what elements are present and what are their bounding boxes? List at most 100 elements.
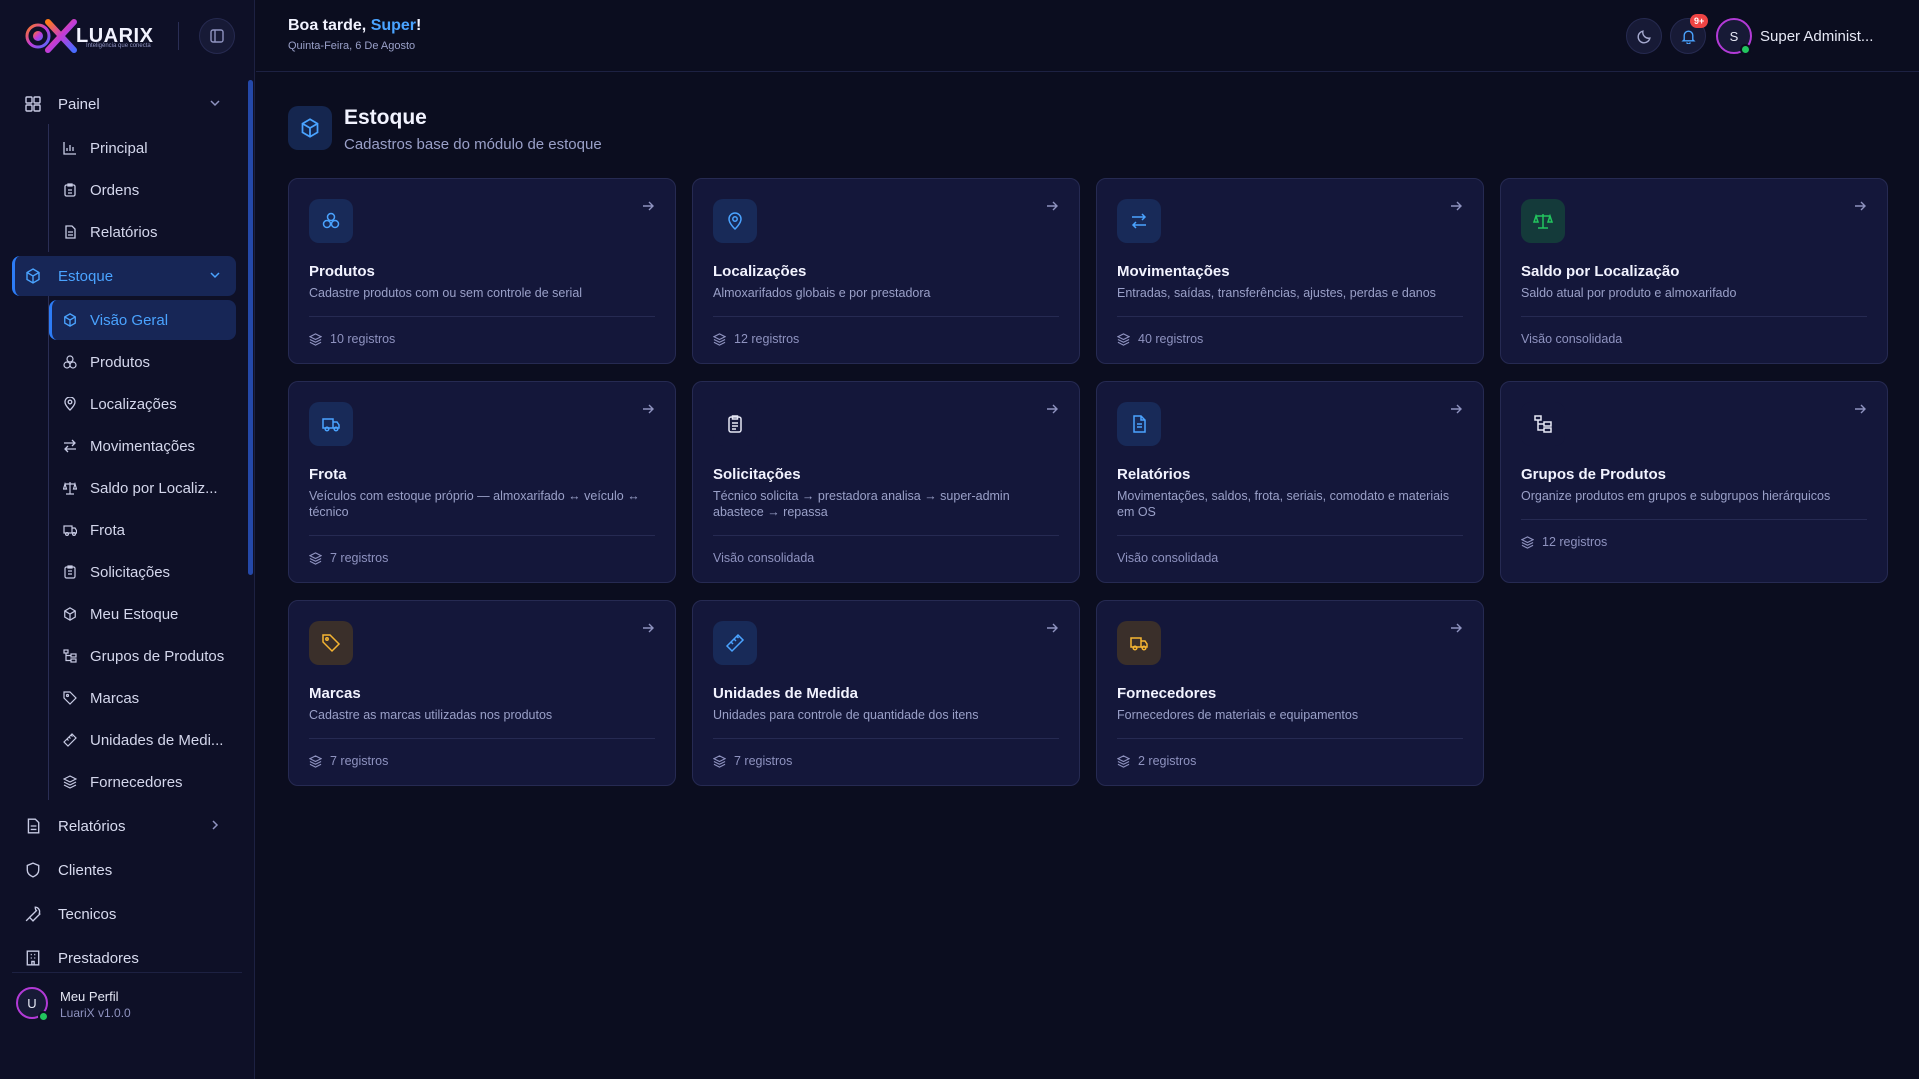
- user-menu-name[interactable]: Super Administ...: [1760, 28, 1873, 45]
- profile-footer[interactable]: U Meu Perfil LuariX v1.0.0: [12, 972, 242, 1032]
- file-text-icon: [1133, 415, 1146, 433]
- module-card[interactable]: Frota Veículos com estoque próprio — alm…: [288, 381, 676, 583]
- sidebar-item-meu-estoque[interactable]: Meu Estoque: [49, 594, 236, 634]
- avatar-initial: S: [1729, 28, 1739, 44]
- card-divider: [309, 316, 655, 317]
- sidebar-item-movimentacoes[interactable]: Movimentações: [49, 426, 236, 466]
- sidebar-item-label: Clientes: [58, 861, 113, 879]
- box-icon: [24, 267, 42, 285]
- building-icon: [24, 949, 42, 967]
- card-icon-tile: [309, 402, 353, 446]
- module-card[interactable]: Relatórios Movimentações, saldos, frota,…: [1096, 381, 1484, 583]
- arrow-right-icon[interactable]: [1449, 621, 1463, 635]
- sidebar-item-label: Frota: [90, 521, 126, 539]
- card-title: Unidades de Medida: [713, 685, 859, 702]
- sidebar-item-saldo-localizacao[interactable]: Saldo por Localiz...: [49, 468, 236, 508]
- module-card[interactable]: Unidades de Medida Unidades para control…: [692, 600, 1080, 786]
- sidebar-item-label: Principal: [90, 139, 148, 157]
- card-description: Movimentações, saldos, frota, seriais, c…: [1117, 489, 1450, 519]
- card-footer: 2 registros: [1117, 754, 1196, 768]
- sidebar-item-marcas[interactable]: Marcas: [49, 678, 236, 718]
- module-card[interactable]: Localizações Almoxarifados globais e por…: [692, 178, 1080, 364]
- card-title: Movimentações: [1117, 263, 1230, 280]
- card-footer-text: Visão consolidada: [1117, 551, 1219, 565]
- card-title: Grupos de Produtos: [1521, 466, 1667, 483]
- module-card[interactable]: Grupos de Produtos Organize produtos em …: [1500, 381, 1888, 583]
- avatar-initial: U: [27, 995, 37, 1011]
- arrow-right-icon[interactable]: [1045, 199, 1059, 213]
- sidebar-item-estoque[interactable]: Estoque: [12, 256, 236, 296]
- card-divider: [713, 535, 1059, 536]
- box-icon: [62, 312, 78, 328]
- card-footer: 7 registros: [309, 551, 388, 565]
- card-title: Frota: [309, 466, 347, 483]
- brand-logo[interactable]: LUARIX Inteligência que conecta: [22, 18, 182, 54]
- arrow-right-icon[interactable]: [1853, 199, 1867, 213]
- card-description: Saldo atual por produto e almoxarifado: [1521, 286, 1737, 300]
- module-card[interactable]: Saldo por Localização Saldo atual por pr…: [1500, 178, 1888, 364]
- sidebar-item-solicitacoes[interactable]: Solicitações: [49, 552, 236, 592]
- sidebar-item-relatorios-painel[interactable]: Relatórios: [49, 212, 236, 252]
- sidebar-item-unidades-medida[interactable]: Unidades de Medi...: [49, 720, 236, 760]
- truck-icon: [322, 418, 340, 432]
- card-icon-tile: [309, 199, 353, 243]
- module-card[interactable]: Marcas Cadastre as marcas utilizadas nos…: [288, 600, 676, 786]
- sidebar-item-visao-geral[interactable]: Visão Geral: [49, 300, 236, 340]
- current-date: Quinta-Feira, 6 De Agosto: [288, 40, 416, 52]
- module-card[interactable]: Fornecedores Fornecedores de materiais e…: [1096, 600, 1484, 786]
- sidebar-item-grupos-produtos[interactable]: Grupos de Produtos: [49, 636, 236, 676]
- card-footer-text: 7 registros: [734, 754, 793, 768]
- arrow-right-icon[interactable]: [641, 621, 655, 635]
- card-divider: [713, 738, 1059, 739]
- top-header: Boa tarde, Super! Quinta-Feira, 6 De Ago…: [256, 0, 1919, 72]
- card-description: Entradas, saídas, transferências, ajuste…: [1117, 286, 1436, 300]
- notification-count-badge: 9+: [1690, 14, 1709, 28]
- sidebar-item-tecnicos[interactable]: Tecnicos: [12, 894, 236, 934]
- chevron-right-icon: [212, 820, 219, 830]
- file-text-icon: [62, 224, 78, 240]
- sidebar-item-label: Ordens: [90, 181, 140, 199]
- arrow-right-icon[interactable]: [1449, 199, 1463, 213]
- theme-toggle-button[interactable]: [1626, 18, 1662, 54]
- collapse-sidebar-button[interactable]: [199, 18, 235, 54]
- sidebar-item-produtos[interactable]: Produtos: [49, 342, 236, 382]
- sidebar-item-frota[interactable]: Frota: [49, 510, 236, 550]
- moon-icon: [1637, 29, 1651, 43]
- boxes-icon: [322, 212, 340, 229]
- sidebar-item-fornecedores[interactable]: Fornecedores: [49, 762, 236, 802]
- card-description: Fornecedores de materiais e equipamentos: [1117, 708, 1359, 722]
- sidebar-item-ordens[interactable]: Ordens: [49, 170, 236, 210]
- card-description: Técnico solicita → prestadora analisa → …: [713, 489, 1010, 519]
- arrow-right-icon[interactable]: [1853, 402, 1867, 416]
- arrow-right-icon[interactable]: [1045, 402, 1059, 416]
- truck-icon: [62, 522, 78, 538]
- module-card[interactable]: Solicitações Técnico solicita → prestado…: [692, 381, 1080, 583]
- sidebar-item-painel[interactable]: Painel: [12, 84, 236, 124]
- card-footer: 12 registros: [713, 332, 799, 346]
- card-icon-tile: [713, 621, 757, 665]
- arrow-right-icon[interactable]: [641, 199, 655, 213]
- bell-icon: [1680, 29, 1696, 44]
- arrow-right-icon[interactable]: [641, 402, 655, 416]
- sidebar-item-principal[interactable]: Principal: [49, 128, 236, 168]
- arrow-right-icon[interactable]: [1045, 621, 1059, 635]
- logo-icon: [25, 19, 77, 53]
- arrow-right-icon[interactable]: [1449, 402, 1463, 416]
- card-footer: 12 registros: [1521, 535, 1607, 549]
- profile-name: Meu Perfil: [60, 989, 119, 1004]
- truck-icon: [1130, 637, 1148, 651]
- sidebar-item-label: Marcas: [90, 689, 140, 707]
- chevron-down-icon: [210, 272, 220, 279]
- sidebar-item-clientes[interactable]: Clientes: [12, 850, 236, 890]
- module-card[interactable]: Produtos Cadastre produtos com ou sem co…: [288, 178, 676, 364]
- sidebar-scrollbar[interactable]: [248, 80, 253, 575]
- file-text-icon: [24, 817, 42, 835]
- sidebar-item-relatorios[interactable]: Relatórios: [12, 806, 236, 846]
- wrench-icon: [24, 905, 42, 923]
- layers-icon: [1117, 332, 1131, 346]
- clipboard-list-icon: [728, 415, 742, 433]
- sidebar-item-localizacoes[interactable]: Localizações: [49, 384, 236, 424]
- module-card[interactable]: Movimentações Entradas, saídas, transfer…: [1096, 178, 1484, 364]
- sidebar-item-label: Prestadores: [58, 949, 139, 967]
- ruler-icon: [62, 732, 78, 748]
